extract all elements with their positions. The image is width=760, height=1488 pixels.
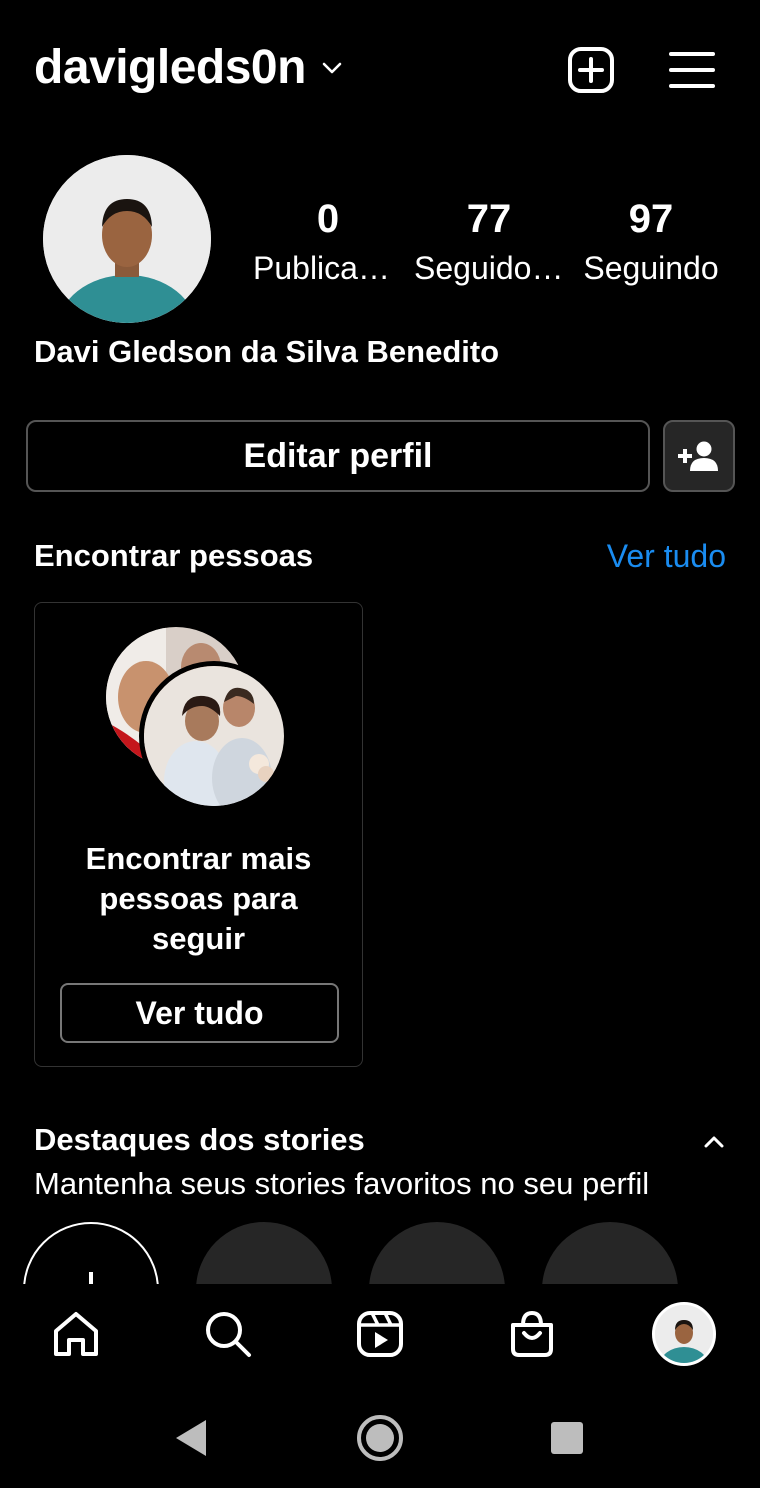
- highlights-subtitle: Mantenha seus stories favoritos no seu p…: [34, 1166, 650, 1201]
- system-home-button[interactable]: [352, 1410, 408, 1466]
- hamburger-menu-icon: [669, 52, 715, 88]
- posts-label: Publicações: [253, 250, 403, 286]
- chevron-up-icon[interactable]: [700, 1128, 728, 1156]
- menu-button[interactable]: [666, 44, 718, 96]
- highlights-row: [0, 1222, 760, 1284]
- highlight-placeholder: [369, 1222, 505, 1284]
- plus-icon: [89, 1272, 93, 1284]
- card-see-all-button[interactable]: Ver tudo: [60, 983, 339, 1043]
- see-all-link[interactable]: Ver tudo: [607, 538, 726, 575]
- find-people-card: Encontrar mais pessoas para seguir Ver t…: [34, 602, 363, 1067]
- new-post-button[interactable]: [565, 44, 617, 96]
- profile-avatar-small: [655, 1305, 713, 1363]
- system-back-button[interactable]: [162, 1410, 218, 1466]
- reels-icon: [357, 1311, 403, 1357]
- tab-profile[interactable]: [652, 1302, 716, 1366]
- highlights-title: Destaques dos stories: [34, 1122, 365, 1157]
- discover-people-button[interactable]: [663, 420, 735, 492]
- tab-home[interactable]: [48, 1306, 104, 1362]
- find-people-text: Encontrar mais pessoas para seguir: [85, 841, 312, 956]
- plus-square-icon: [568, 47, 614, 93]
- followers-count: 77: [466, 197, 512, 241]
- tab-shop[interactable]: [504, 1306, 560, 1362]
- followers-stat[interactable]: 77 Seguidores: [414, 196, 564, 288]
- posts-stat[interactable]: 0 Publicações: [253, 196, 403, 288]
- home-circle-icon: [357, 1415, 403, 1461]
- system-recents-button[interactable]: [539, 1410, 595, 1466]
- following-count: 97: [628, 197, 674, 241]
- full-name: Davi Gledson da Silva Benedito: [34, 334, 500, 369]
- recents-icon: [551, 1422, 583, 1454]
- following-label: Seguindo: [583, 250, 719, 286]
- top-bar: davigleds0n: [0, 0, 760, 140]
- account-switcher[interactable]: davigleds0n: [34, 40, 344, 95]
- chevron-down-icon: [322, 62, 342, 73]
- suggested-avatar-front: [139, 661, 289, 811]
- system-nav-bar: [0, 1386, 760, 1488]
- search-icon: [206, 1312, 251, 1357]
- posts-count: 0: [316, 197, 340, 241]
- tab-search[interactable]: [200, 1306, 256, 1362]
- bottom-tab-bar: [0, 1284, 760, 1386]
- home-icon: [54, 1312, 98, 1356]
- shop-icon: [511, 1310, 553, 1357]
- add-person-icon: [678, 441, 718, 471]
- edit-profile-button[interactable]: Editar perfil: [26, 420, 650, 492]
- profile-avatar[interactable]: [43, 155, 211, 323]
- new-highlight-button[interactable]: [23, 1222, 159, 1284]
- back-icon: [176, 1420, 206, 1456]
- profile-photo-image: [43, 155, 211, 323]
- highlight-placeholder: [196, 1222, 332, 1284]
- followers-label: Seguidores: [414, 250, 564, 286]
- username: davigleds0n: [34, 41, 306, 94]
- following-stat[interactable]: 97 Seguindo: [576, 196, 726, 288]
- highlight-placeholder: [542, 1222, 678, 1284]
- discover-title: Encontrar pessoas: [34, 538, 314, 573]
- tab-reels[interactable]: [352, 1306, 408, 1362]
